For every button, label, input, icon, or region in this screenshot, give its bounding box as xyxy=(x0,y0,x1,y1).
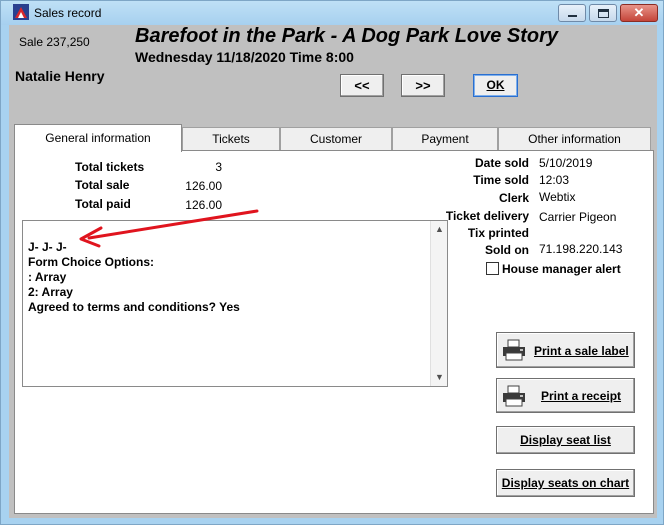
date-sold-value: 5/10/2019 xyxy=(539,156,593,170)
print-receipt-button[interactable]: Print a receipt xyxy=(496,378,635,413)
print-sale-label-button[interactable]: Print a sale label xyxy=(496,332,635,368)
tab-strip: General information Tickets Customer Pay… xyxy=(14,124,654,152)
total-tickets-label: Total tickets xyxy=(75,160,145,174)
printer-icon xyxy=(503,385,525,407)
total-tickets-value: 3 xyxy=(215,160,222,174)
show-title: Barefoot in the Park - A Dog Park Love S… xyxy=(135,25,559,47)
annotation-arrow xyxy=(79,209,259,248)
display-seat-list-text: Display seat list xyxy=(520,433,611,447)
house-manager-alert-label[interactable]: House manager alert xyxy=(502,262,621,276)
maximize-button[interactable] xyxy=(589,4,617,22)
scroll-down-icon[interactable]: ▼ xyxy=(431,369,448,386)
tab-general-information[interactable]: General information xyxy=(14,124,182,152)
title-bar[interactable]: Sales record ✕ xyxy=(1,1,663,25)
close-icon: ✕ xyxy=(633,5,645,20)
minimize-icon xyxy=(568,15,577,17)
show-datetime: Wednesday 11/18/2020 Time 8:00 xyxy=(135,49,354,65)
print-sale-label-text: Print a sale label xyxy=(534,344,629,358)
notes-line: 2: Array xyxy=(28,285,73,299)
display-seats-on-chart-button[interactable]: Display seats on chart xyxy=(496,469,635,497)
next-record-button[interactable]: >> xyxy=(401,74,445,97)
scroll-up-icon[interactable]: ▲ xyxy=(431,221,448,238)
notes-line: : Array xyxy=(28,270,67,284)
notes-line: Form Choice Options: xyxy=(28,255,154,269)
total-sale-value: 126.00 xyxy=(185,179,222,193)
ok-button[interactable]: OK xyxy=(473,74,518,97)
previous-record-button[interactable]: << xyxy=(340,74,384,97)
clerk-label: Clerk xyxy=(498,191,529,205)
window-title: Sales record xyxy=(34,6,102,20)
time-sold-label: Time sold xyxy=(473,173,529,187)
sale-number: Sale 237,250 xyxy=(19,35,90,49)
minimize-button[interactable] xyxy=(558,4,586,22)
customer-name: Natalie Henry xyxy=(15,68,105,84)
tab-customer[interactable]: Customer xyxy=(280,127,392,151)
ticket-delivery-value: Carrier Pigeon xyxy=(539,210,617,224)
app-icon xyxy=(13,4,29,20)
close-button[interactable]: ✕ xyxy=(620,4,658,22)
print-receipt-text: Print a receipt xyxy=(541,389,622,403)
notes-content: J- J- J- Form Choice Options: : Array 2:… xyxy=(28,240,240,315)
maximize-icon xyxy=(598,9,609,18)
sales-record-window: Sales record ✕ Sale 237,250 Barefoot in … xyxy=(0,0,664,525)
notes-scrollbar[interactable]: ▲ ▼ xyxy=(430,221,447,386)
total-sale-label: Total sale xyxy=(75,178,130,192)
display-seat-list-button[interactable]: Display seat list xyxy=(496,426,635,454)
printer-icon xyxy=(503,339,525,361)
house-manager-alert-checkbox[interactable] xyxy=(486,262,499,275)
tab-tickets[interactable]: Tickets xyxy=(182,127,280,151)
date-sold-label: Date sold xyxy=(474,156,529,170)
tab-other-information[interactable]: Other information xyxy=(498,127,651,151)
time-sold-value: 12:03 xyxy=(539,173,570,187)
sold-on-value: 71.198.220.143 xyxy=(539,242,623,256)
display-seats-on-chart-text: Display seats on chart xyxy=(501,476,630,490)
clerk-value: Webtix xyxy=(539,190,576,204)
notes-line: Agreed to terms and conditions? Yes xyxy=(28,300,240,314)
tab-payment[interactable]: Payment xyxy=(392,127,498,151)
